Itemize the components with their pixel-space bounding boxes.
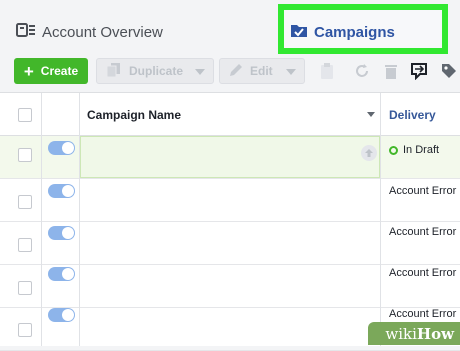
column-divider [380,93,381,346]
table-row[interactable]: Account Error [0,222,460,265]
delivery-status: Account Error [389,226,457,238]
folder-check-icon [290,22,308,42]
tab-account-overview-label: Account Overview [42,23,163,41]
publish-icon[interactable] [361,145,377,161]
column-divider [41,93,42,346]
campaigns-table: Campaign Name Delivery In Draft Account … [0,92,460,351]
tag-icon[interactable] [436,58,460,84]
row-checkbox[interactable] [18,195,32,209]
duplicate-button[interactable]: Duplicate [96,58,214,84]
edit-label: Edit [250,64,273,78]
status-dot-icon [389,146,398,155]
chevron-down-icon[interactable] [195,64,205,78]
watermark-wiki: wiki [385,324,417,343]
campaign-toggle[interactable] [48,308,75,322]
tab-bar: Account Overview Campaigns [0,0,460,58]
campaign-toggle[interactable] [48,184,75,198]
clipboard-icon[interactable] [314,58,340,84]
tab-account-overview[interactable]: Account Overview [16,22,163,42]
trash-icon[interactable] [378,58,404,84]
duplicate-icon [105,62,123,81]
tab-campaigns-label: Campaigns [314,23,395,41]
campaign-name-cell[interactable] [80,136,380,178]
campaign-toggle[interactable] [48,226,75,240]
wikihow-watermark: wiki How [368,322,460,345]
review-changes-icon[interactable] [406,58,432,84]
create-label: Create [40,64,79,78]
table-row[interactable]: Account Error [0,179,460,222]
create-button[interactable]: + Create [14,58,88,84]
select-all-checkbox[interactable] [18,108,32,122]
column-divider [79,93,80,346]
toolbar: + Create Duplicate Edit [0,58,460,88]
sort-caret-icon[interactable] [367,112,375,117]
pencil-icon [228,62,244,81]
column-header-delivery[interactable]: Delivery [389,108,436,122]
duplicate-label: Duplicate [129,64,184,78]
chevron-down-icon[interactable] [286,64,296,78]
delivery-status: Account Error [389,185,457,197]
watermark-how: How [416,324,454,343]
column-header-campaign-name[interactable]: Campaign Name [87,108,181,122]
delivery-status: In Draft [403,144,440,156]
plus-icon: + [23,61,34,81]
row-checkbox[interactable] [18,323,32,337]
delivery-status: Account Error [389,308,457,320]
row-checkbox[interactable] [18,281,32,295]
account-overview-icon [16,22,36,42]
campaign-toggle[interactable] [48,141,75,155]
tab-campaigns[interactable]: Campaigns [290,22,395,42]
delivery-status: Account Error [389,267,457,279]
edit-button[interactable]: Edit [219,58,305,84]
row-checkbox[interactable] [18,148,32,162]
refresh-icon[interactable] [349,58,375,84]
table-row[interactable]: In Draft [0,136,460,179]
row-checkbox[interactable] [18,238,32,252]
table-header: Campaign Name Delivery [0,93,460,136]
table-row[interactable]: Account Error [0,265,460,308]
campaign-toggle[interactable] [48,267,75,281]
